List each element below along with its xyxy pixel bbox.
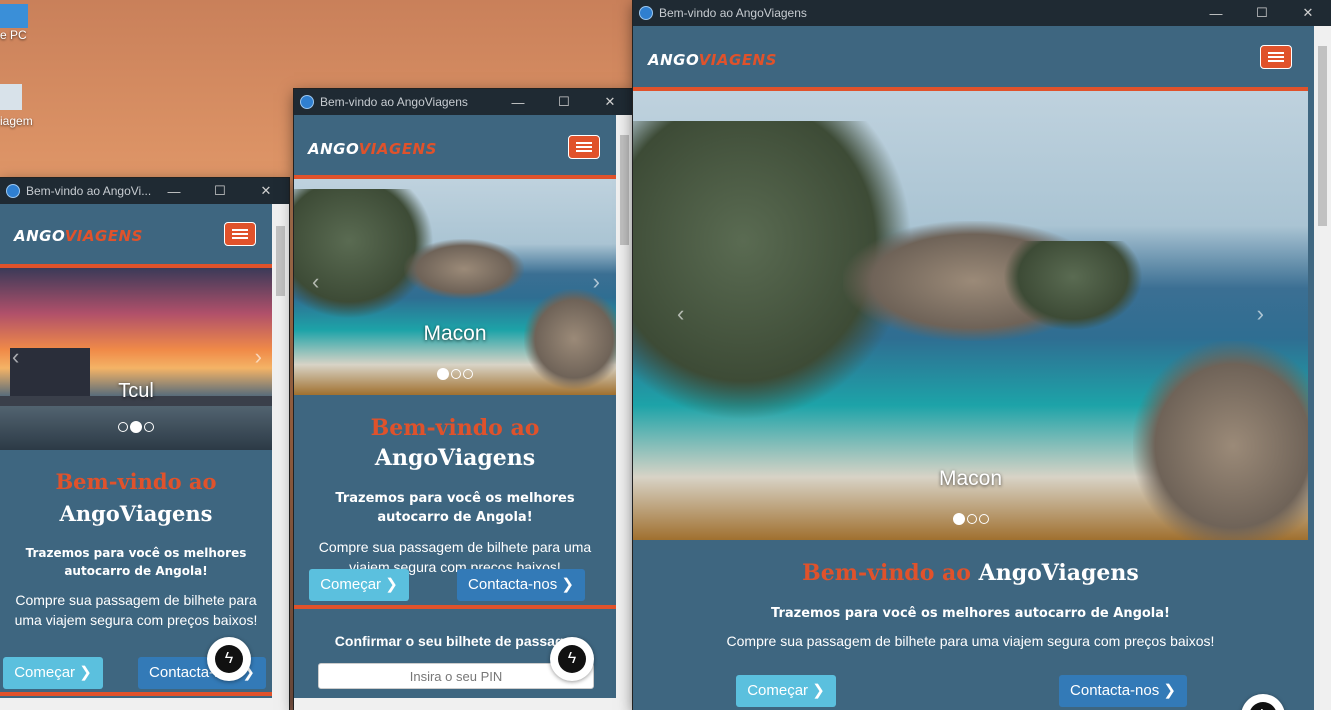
- app-icon: [300, 95, 314, 109]
- desktop-icon-this-pc[interactable]: e PC: [0, 0, 28, 42]
- start-button[interactable]: Começar ❯: [736, 675, 836, 707]
- messenger-chat-button[interactable]: ϟ: [550, 637, 594, 681]
- window-title: Bem-vindo ao AngoVi...: [26, 184, 151, 198]
- page-viewport: ANGOVIAGENS ‹ › Macon Bem-vindo ao AngoV…: [633, 26, 1308, 710]
- carousel-prev-button[interactable]: ‹: [312, 269, 319, 295]
- brand-logo[interactable]: ANGOVIAGENS: [648, 51, 777, 69]
- messenger-icon: ϟ: [558, 645, 586, 673]
- welcome-heading: Bem-vindo ao AngoViagens: [55, 469, 217, 526]
- image-carousel: ‹ › Tcul: [0, 268, 272, 450]
- tagline: Trazemos para você os melhores autocarro…: [335, 491, 575, 525]
- vertical-scrollbar[interactable]: [1314, 26, 1331, 710]
- welcome-heading: Bem-vindo ao AngoViagens: [370, 415, 540, 471]
- carousel-dot-active[interactable]: [130, 420, 142, 433]
- desktop-icon-label: iagem: [0, 114, 33, 128]
- image-carousel: ‹ › Macon: [633, 91, 1308, 540]
- tagline: Trazemos para você os melhores autocarro…: [25, 546, 247, 578]
- app-icon: [6, 184, 20, 198]
- carousel-next-button[interactable]: ›: [593, 269, 600, 295]
- welcome-heading: Bem-vindo ao AngoViagens: [802, 560, 1139, 586]
- carousel-dot[interactable]: [966, 513, 977, 524]
- start-button[interactable]: Começar ❯: [309, 569, 409, 601]
- minimize-button[interactable]: —: [495, 95, 541, 110]
- minimize-button[interactable]: —: [1193, 6, 1239, 21]
- close-button[interactable]: ✕: [1285, 5, 1331, 21]
- app-icon: [0, 84, 22, 110]
- menu-toggle-button[interactable]: [568, 135, 600, 159]
- close-button[interactable]: ✕: [587, 94, 633, 110]
- vertical-scrollbar[interactable]: [272, 204, 289, 698]
- subtext: Compre sua passagem de bilhete para uma …: [14, 592, 258, 628]
- title-bar[interactable]: Bem-vindo ao AngoViagens — ☐ ✕: [294, 89, 633, 115]
- window-title: Bem-vindo ao AngoViagens: [320, 95, 468, 109]
- desktop-icon-viagem[interactable]: iagem: [0, 84, 33, 128]
- browser-window-small[interactable]: Bem-vindo ao AngoVi... — ☐ ✕ ANGOVIAGENS…: [0, 178, 289, 710]
- close-button[interactable]: ✕: [243, 183, 289, 199]
- horizontal-scrollbar[interactable]: [0, 698, 289, 710]
- carousel-dot[interactable]: [118, 421, 128, 432]
- messenger-icon: ϟ: [215, 645, 243, 673]
- hero-content: Bem-vindo ao AngoViagens Trazemos para v…: [633, 558, 1308, 651]
- menu-toggle-button[interactable]: [224, 222, 256, 246]
- subtext: Compre sua passagem de bilhete para uma …: [726, 633, 1215, 649]
- page-viewport: ANGOVIAGENS ‹ › Macon Bem-vindo ao AngoV…: [294, 115, 616, 710]
- menu-toggle-button[interactable]: [1260, 45, 1292, 69]
- carousel-indicators[interactable]: [0, 418, 272, 436]
- messenger-chat-button[interactable]: ϟ: [207, 637, 251, 681]
- title-bar[interactable]: Bem-vindo ao AngoVi... — ☐ ✕: [0, 178, 289, 204]
- carousel-dot[interactable]: [451, 368, 461, 379]
- section-divider: [0, 692, 272, 696]
- navbar: ANGOVIAGENS: [0, 204, 272, 268]
- brand-logo[interactable]: ANGOVIAGENS: [308, 140, 437, 158]
- app-icon: [639, 6, 653, 20]
- maximize-button[interactable]: ☐: [1239, 5, 1285, 21]
- carousel-prev-button[interactable]: ‹: [677, 301, 684, 327]
- carousel-dot[interactable]: [463, 368, 473, 379]
- navbar: ANGOVIAGENS: [294, 115, 616, 179]
- hero-content: Bem-vindo ao AngoViagens Trazemos para v…: [294, 413, 616, 577]
- minimize-button[interactable]: —: [151, 184, 197, 199]
- start-button[interactable]: Começar ❯: [3, 657, 103, 689]
- carousel-next-button[interactable]: ›: [1257, 301, 1264, 327]
- messenger-chat-button[interactable]: ϟ: [1241, 694, 1285, 710]
- carousel-dot[interactable]: [144, 421, 154, 432]
- desktop-icon-label: e PC: [0, 28, 27, 42]
- hero-content: Bem-vindo ao AngoViagens Trazemos para vo…: [0, 466, 272, 630]
- carousel-next-button[interactable]: ›: [255, 344, 262, 370]
- carousel-dot-active[interactable]: [437, 367, 449, 380]
- carousel-dot[interactable]: [978, 513, 989, 524]
- carousel-indicators[interactable]: [633, 510, 1308, 528]
- horizontal-scrollbar[interactable]: [294, 698, 633, 710]
- carousel-prev-button[interactable]: ‹: [12, 344, 19, 370]
- messenger-icon: ϟ: [1249, 702, 1277, 710]
- window-title: Bem-vindo ao AngoViagens: [659, 6, 807, 20]
- browser-window-medium[interactable]: Bem-vindo ao AngoViagens — ☐ ✕ ANGOVIAGE…: [294, 89, 633, 710]
- carousel-dot-active[interactable]: [952, 512, 965, 525]
- image-carousel: ‹ › Macon: [294, 179, 616, 395]
- carousel-caption: Macon: [423, 322, 487, 345]
- tagline: Trazemos para você os melhores autocarro…: [771, 606, 1170, 621]
- maximize-button[interactable]: ☐: [197, 183, 243, 199]
- brand-logo[interactable]: ANGOVIAGENS: [14, 227, 143, 245]
- maximize-button[interactable]: ☐: [541, 94, 587, 110]
- contact-button[interactable]: Contacta-nos ❯: [457, 569, 585, 601]
- carousel-caption: Tcul: [118, 380, 154, 402]
- computer-icon: [0, 4, 28, 28]
- carousel-caption: Macon: [938, 467, 1003, 490]
- title-bar[interactable]: Bem-vindo ao AngoViagens — ☐ ✕: [633, 0, 1331, 26]
- page-viewport: ANGOVIAGENS ‹ › Tcul Bem-vindo ao AngoVia…: [0, 204, 272, 710]
- navbar: ANGOVIAGENS: [633, 26, 1308, 91]
- browser-window-large[interactable]: Bem-vindo ao AngoViagens — ☐ ✕ ANGOVIAGE…: [633, 0, 1331, 710]
- vertical-scrollbar[interactable]: [616, 115, 633, 698]
- carousel-indicators[interactable]: [294, 365, 616, 383]
- contact-button[interactable]: Contacta-nos ❯: [1059, 675, 1187, 707]
- section-divider: [294, 605, 616, 609]
